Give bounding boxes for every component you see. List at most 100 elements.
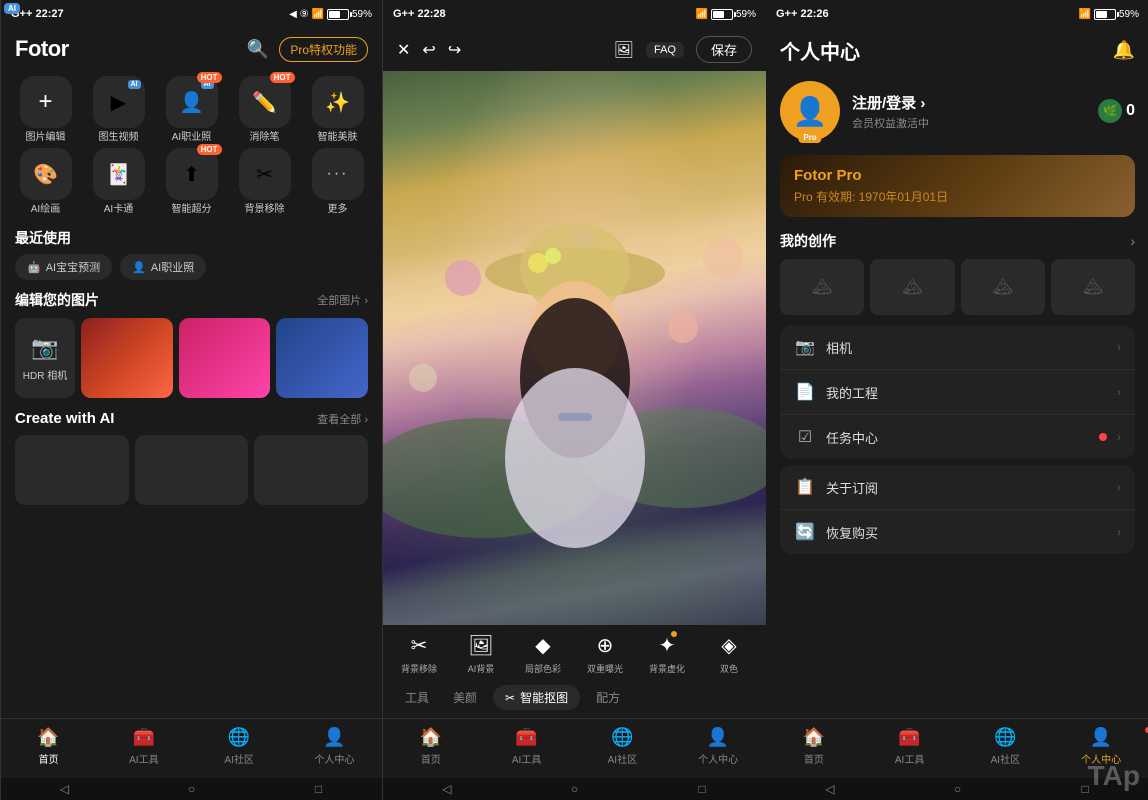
nav-ai-tools-3[interactable]: 🧰 AI工具 [862,727,958,766]
redo-icon[interactable]: ↪ [448,40,461,60]
nav-ai-community-2[interactable]: 🌐 AI社区 [575,727,671,766]
projects-icon: 📄 [794,382,816,402]
portrait-image [383,71,766,625]
bottom-nav-1: 🏠 首页 🧰 AI工具 🌐 AI社区 👤 个人中心 [1,718,382,778]
strip-ai-bg[interactable]: 🖼 AI背景 [451,633,511,675]
work-thumb-3[interactable]: 🏔 [961,259,1045,315]
undo-icon[interactable]: ↩ [422,40,435,60]
tool-ai-portrait[interactable]: 👤 AI HOT AI职业照 [157,76,226,144]
nav-ai-tools-1[interactable]: 🧰 AI工具 [96,727,191,766]
works-arrow[interactable]: › [1130,233,1135,249]
pro-card[interactable]: Fotor Pro Pro 有效期: 1970年01月01日 [780,155,1135,217]
home-header: Fotor 🔍 Pro特权功能 [1,28,382,70]
nav-ai-tools-2[interactable]: 🧰 AI工具 [479,727,575,766]
home-btn-3[interactable]: ○ [947,779,967,799]
hdr-camera-card[interactable]: 📷 HDR 相机 AI [15,318,75,398]
edit-more-link[interactable]: 全部图片 › [317,292,368,308]
profile-sub: 会员权益激活中 [852,115,1086,131]
image-icon[interactable]: 🖼 [614,40,634,60]
nav-home-1[interactable]: 🏠 首页 [1,727,96,766]
menu-arrow-tasks [1117,430,1121,444]
leaf-icon: 🌿 [1098,99,1122,123]
menu-tasks-label: 任务中心 [826,428,1089,447]
tool-erase[interactable]: ✏️ HOT 消除笔 [230,76,299,144]
strip-duotone[interactable]: ◈ 双色 [699,633,759,675]
tab-formula[interactable]: 配方 [588,685,628,710]
tool-label-more: 更多 [328,204,348,216]
tool-bg-remove[interactable]: ✂ 背景移除 [230,148,299,216]
nav-home-2[interactable]: 🏠 首页 [383,727,479,766]
menu-group-2: 📋 关于订阅 🔄 恢复购买 [780,465,1135,554]
pro-button[interactable]: Pro特权功能 [279,37,368,62]
recents-btn-2[interactable]: □ [692,779,712,799]
strip-local-color[interactable]: ◆ 局部色彩 [513,633,573,675]
nav-profile-1[interactable]: 👤 个人中心 [287,727,382,766]
profile-info: 注册/登录 › 会员权益激活中 [852,92,1086,131]
menu-subscription[interactable]: 📋 关于订阅 [780,465,1135,510]
ai-card-1[interactable] [15,435,129,505]
menu-camera[interactable]: 📷 相机 [780,325,1135,370]
work-thumb-4[interactable]: 🏔 [1051,259,1135,315]
edit-card-3[interactable] [276,318,368,398]
tasks-red-dot [1099,433,1107,441]
nav-ai-community-3[interactable]: 🌐 AI社区 [958,727,1054,766]
tab-tools[interactable]: 工具 [397,685,437,710]
back-btn-1[interactable]: ◁ [55,779,75,799]
close-icon[interactable]: ✕ [397,40,410,60]
tool-video[interactable]: ▶ AI 图生视频 [84,76,153,144]
panel-home: G++ 22:27 ◀ ⑨ 📶 59% Fotor 🔍 Pro特权功能 + 图片… [0,0,383,800]
strip-bg-blur[interactable]: ✦ 背景虚化 [637,633,697,675]
edit-card-2[interactable] [179,318,271,398]
back-btn-2[interactable]: ◁ [437,779,457,799]
create-ai-more[interactable]: 查看全部 › [317,411,368,427]
tool-icon-video: ▶ AI [93,76,145,128]
recents-btn-1[interactable]: □ [309,779,329,799]
menu-restore[interactable]: 🔄 恢复购买 [780,510,1135,554]
bell-icon[interactable]: 🔔 [1113,40,1135,61]
menu-projects[interactable]: 📄 我的工程 [780,370,1135,415]
tool-beauty[interactable]: ✨ 智能美肤 [303,76,372,144]
ai-card-3[interactable] [254,435,368,505]
tool-label-draw: AI绘画 [31,204,60,216]
tool-more[interactable]: ··· 更多 [303,148,372,216]
create-ai-header: Create with AI 查看全部 › [1,406,382,431]
strip-bg-remove[interactable]: ✂ 背景移除 [389,633,449,675]
recent-section-title: 最近使用 [1,222,382,252]
tool-icon-more: ··· [312,148,364,200]
tab-cutout[interactable]: ✂ 智能抠图 [493,685,580,710]
tool-label-image-edit: 图片编辑 [26,132,66,144]
strip-double-exposure[interactable]: ⊕ 双重曝光 [575,633,635,675]
app-logo: Fotor [15,36,69,62]
works-header: 我的创作 › [780,231,1135,251]
status-icons-3: 📶 59% [1079,9,1139,20]
faq-badge[interactable]: FAQ [646,42,684,58]
status-time-3: G++ 22:26 [776,8,829,20]
nav-profile-2[interactable]: 👤 个人中心 [670,727,766,766]
tool-icon-erase: ✏️ HOT [239,76,291,128]
work-thumb-1[interactable]: 🏔 [780,259,864,315]
ai-card-2[interactable] [135,435,249,505]
nav-ai-community-1[interactable]: 🌐 AI社区 [192,727,287,766]
menu-group-1: 📷 相机 📄 我的工程 ☑ 任务中心 [780,325,1135,459]
profile-section[interactable]: 👤 Pro 注册/登录 › 会员权益激活中 🌿 0 [766,73,1148,149]
save-button[interactable]: 保存 [696,36,752,63]
home-btn-1[interactable]: ○ [182,779,202,799]
back-btn-3[interactable]: ◁ [820,779,840,799]
menu-camera-label: 相机 [826,338,1107,357]
tool-icon-cartoon: 🃏 [93,148,145,200]
tool-ai-draw[interactable]: 🎨 AI绘画 [11,148,80,216]
edit-section-header: 编辑您的图片 全部图片 › [1,286,382,314]
editor-bottom-tabs: 工具 美颜 ✂ 智能抠图 配方 [383,679,766,718]
search-icon[interactable]: 🔍 [247,39,269,60]
tool-ai-cartoon[interactable]: 🃏 AI卡通 [84,148,153,216]
work-thumb-2[interactable]: 🏔 [870,259,954,315]
home-btn-2[interactable]: ○ [564,779,584,799]
edit-card-1[interactable] [81,318,173,398]
tool-image-edit[interactable]: + 图片编辑 [11,76,80,144]
tab-beauty[interactable]: 美颜 [445,685,485,710]
recent-tag-portrait[interactable]: 👤 AI职业照 [120,254,206,280]
tool-superres[interactable]: ⬆ HOT 智能超分 [157,148,226,216]
menu-tasks[interactable]: ☑ 任务中心 [780,415,1135,459]
nav-home-3[interactable]: 🏠 首页 [766,727,862,766]
recent-tag-baby[interactable]: 🤖 AI宝宝预测 [15,254,112,280]
